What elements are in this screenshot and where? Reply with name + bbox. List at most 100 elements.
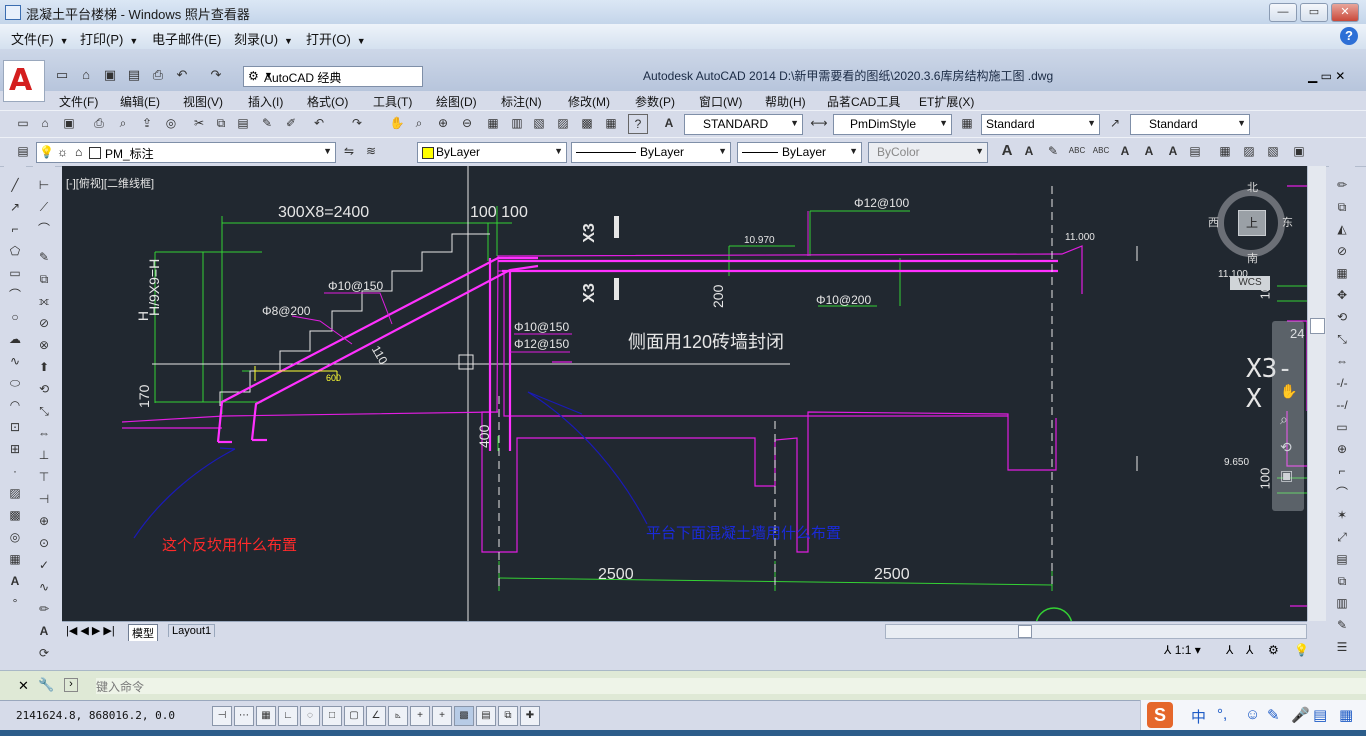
skin-icon[interactable]: ✎ bbox=[1267, 706, 1280, 724]
autocad-app-button[interactable]: A bbox=[3, 60, 45, 102]
block-editor-icon[interactable]: ✐ bbox=[282, 114, 300, 132]
lineweight-toggle[interactable]: + bbox=[432, 706, 452, 726]
menu-item-tools[interactable]: 工具(T) bbox=[373, 93, 412, 110]
text-icon[interactable]: A bbox=[998, 142, 1016, 160]
layer-previous-icon[interactable]: ≋ bbox=[362, 142, 380, 160]
break-tool-icon[interactable]: ▭ bbox=[1333, 418, 1351, 436]
move-icon[interactable]: ⬆ bbox=[35, 358, 53, 376]
plotstyle-select[interactable]: ByColor ▼ bbox=[868, 142, 988, 163]
join-tool-icon[interactable]: ⊕ bbox=[1333, 440, 1351, 458]
selection-cycling-toggle[interactable]: ⧉ bbox=[498, 706, 518, 726]
dynamic-input-toggle[interactable]: + bbox=[410, 706, 430, 726]
tab-layout1[interactable]: Layout1 bbox=[168, 624, 216, 637]
zoom-previous-icon[interactable]: ⊖ bbox=[458, 114, 476, 132]
polar-tracking-toggle[interactable]: ◌ bbox=[300, 706, 320, 726]
table-style-select[interactable]: Standard ▼ bbox=[981, 114, 1100, 135]
grid-display-toggle[interactable]: ▦ bbox=[256, 706, 276, 726]
sheet-set-icon[interactable]: ▨ bbox=[554, 114, 572, 132]
arc-icon[interactable]: ⌒ bbox=[6, 286, 24, 304]
stretch-icon[interactable]: ⇔ bbox=[35, 424, 53, 442]
new-file-icon[interactable]: ▭ bbox=[54, 67, 70, 83]
fillet-tool-icon[interactable]: ⌒ bbox=[1333, 484, 1351, 502]
design-center-icon[interactable]: ▥ bbox=[508, 114, 526, 132]
fillet-icon[interactable]: ✓ bbox=[35, 556, 53, 574]
menu-item-file[interactable]: 文件(F) bbox=[59, 93, 98, 110]
new-icon[interactable]: ▭ bbox=[14, 114, 32, 132]
open-icon[interactable]: ⌂ bbox=[36, 114, 54, 132]
save-icon[interactable]: ▣ bbox=[60, 114, 78, 132]
add-selected-icon[interactable]: ° bbox=[6, 594, 24, 612]
coordinate-readout[interactable]: 2141624.8, 868016.2, 0.0 bbox=[16, 709, 175, 722]
properties-tool-icon[interactable]: ▤ bbox=[1333, 550, 1351, 568]
dim-style-icon[interactable]: ⟷ bbox=[810, 114, 828, 132]
menu-open[interactable]: 打开(O) ▼ bbox=[306, 29, 366, 48]
open-folder-icon[interactable]: ⌂ bbox=[78, 67, 94, 83]
spline-icon[interactable]: ∿ bbox=[6, 352, 24, 370]
explode-tool-icon[interactable]: ✶ bbox=[1333, 506, 1351, 524]
break-icon[interactable]: ⊣ bbox=[35, 490, 53, 508]
command-history-icon[interactable]: › bbox=[64, 678, 78, 692]
layer-tool-icon[interactable]: ▥ bbox=[1333, 594, 1351, 612]
horizontal-scroll-thumb[interactable] bbox=[1018, 625, 1032, 638]
menu-item-view[interactable]: 视图(V) bbox=[183, 93, 223, 110]
menu-item-help[interactable]: 帮助(H) bbox=[765, 93, 806, 110]
wcs-menu[interactable]: WCS bbox=[1230, 276, 1270, 290]
drawing-canvas[interactable]: [-][俯视][二维线框] 300X8=2400 100 100 X3 X3 1… bbox=[62, 166, 1307, 621]
menu-burn[interactable]: 刻录(U) ▼ bbox=[234, 29, 293, 48]
microphone-icon[interactable]: 🎤 bbox=[1291, 706, 1310, 724]
lightbulb-icon[interactable]: 💡 bbox=[1294, 643, 1309, 657]
polyline-icon[interactable]: ⌐ bbox=[6, 220, 24, 238]
scale-text-icon[interactable]: A bbox=[1140, 142, 1158, 160]
zoom-window-icon[interactable]: ⊕ bbox=[434, 114, 452, 132]
move-tool-icon[interactable]: ✥ bbox=[1333, 286, 1351, 304]
polygon-icon[interactable]: ⬠ bbox=[6, 242, 24, 260]
convert-space-icon[interactable]: ▤ bbox=[1186, 142, 1204, 160]
text-style-select[interactable]: STANDARD ▼ bbox=[684, 114, 803, 135]
annotation-monitor-toggle[interactable]: ✚ bbox=[520, 706, 540, 726]
tab-model[interactable]: 模型 bbox=[128, 624, 158, 641]
emoji-icon[interactable]: ☺ bbox=[1245, 706, 1260, 723]
vertical-scroll-thumb[interactable] bbox=[1310, 318, 1325, 334]
trim-tool-icon[interactable]: -/- bbox=[1333, 374, 1351, 392]
showmotion-nav-icon[interactable]: ▣ bbox=[1280, 467, 1293, 484]
menu-item-modify[interactable]: 修改(M) bbox=[568, 93, 610, 110]
help-icon[interactable]: ? bbox=[628, 114, 648, 134]
ortho-mode-toggle[interactable]: ∟ bbox=[278, 706, 298, 726]
toolbox-icon[interactable]: ▦ bbox=[1339, 706, 1353, 724]
multileader-style-icon[interactable]: ↗ bbox=[1106, 114, 1124, 132]
menu-item-insert[interactable]: 插入(I) bbox=[248, 93, 283, 110]
table-style-icon[interactable]: ▦ bbox=[958, 114, 976, 132]
scale-tool-icon[interactable]: ⤡ bbox=[1333, 330, 1351, 348]
infer-constraints-toggle[interactable]: ⊣ bbox=[212, 706, 232, 726]
array-icon[interactable]: ⊗ bbox=[35, 336, 53, 354]
markup-icon[interactable]: ▩ bbox=[578, 114, 596, 132]
sogou-icon[interactable]: S bbox=[1147, 702, 1173, 728]
help-icon[interactable]: ? bbox=[1340, 27, 1358, 45]
minimize-button[interactable]: — bbox=[1269, 3, 1297, 22]
multiline-text-icon[interactable]: A bbox=[1020, 142, 1038, 160]
revcloud-icon[interactable]: ☁ bbox=[6, 330, 24, 348]
snap-mode-toggle[interactable]: ⋯ bbox=[234, 706, 254, 726]
erase-tool-icon[interactable]: ✏ bbox=[1333, 176, 1351, 194]
find-icon[interactable]: ABC bbox=[1092, 142, 1110, 160]
chamfer-tool-icon[interactable]: ⌐ bbox=[1333, 462, 1351, 480]
arc-length-icon[interactable]: ⌒ bbox=[35, 220, 53, 238]
quick-properties-toggle[interactable]: ▤ bbox=[476, 706, 496, 726]
workspace-switch-icon[interactable]: ⚙ bbox=[1268, 643, 1279, 657]
3d-dwf-icon[interactable]: ◎ bbox=[162, 114, 180, 132]
menu-item-edit[interactable]: 编辑(E) bbox=[120, 93, 160, 110]
layout-icon[interactable]: ▣ bbox=[1290, 142, 1308, 160]
compass-west[interactable]: 西 bbox=[1208, 214, 1219, 230]
menu-item-et[interactable]: ET扩展(X) bbox=[919, 93, 974, 110]
scale-icon[interactable]: ⤡ bbox=[35, 402, 53, 420]
rotate-icon[interactable]: ⟲ bbox=[35, 380, 53, 398]
mirror-icon[interactable]: ⟗ bbox=[35, 292, 53, 310]
orbit-nav-icon[interactable]: ⟲ bbox=[1280, 439, 1292, 456]
menu-email[interactable]: 电子邮件(E) bbox=[152, 29, 221, 48]
redo-icon[interactable]: ↷ bbox=[348, 114, 366, 132]
print-icon[interactable]: ⎙ bbox=[150, 67, 166, 83]
navigation-bar[interactable]: ✋ ⌕ ⟲ ▣ bbox=[1272, 321, 1304, 511]
lineweight-select[interactable]: ByLayer ▼ bbox=[737, 142, 862, 163]
list-tool-icon[interactable]: ☰ bbox=[1333, 638, 1351, 656]
dim-text-icon[interactable]: A bbox=[35, 622, 53, 640]
